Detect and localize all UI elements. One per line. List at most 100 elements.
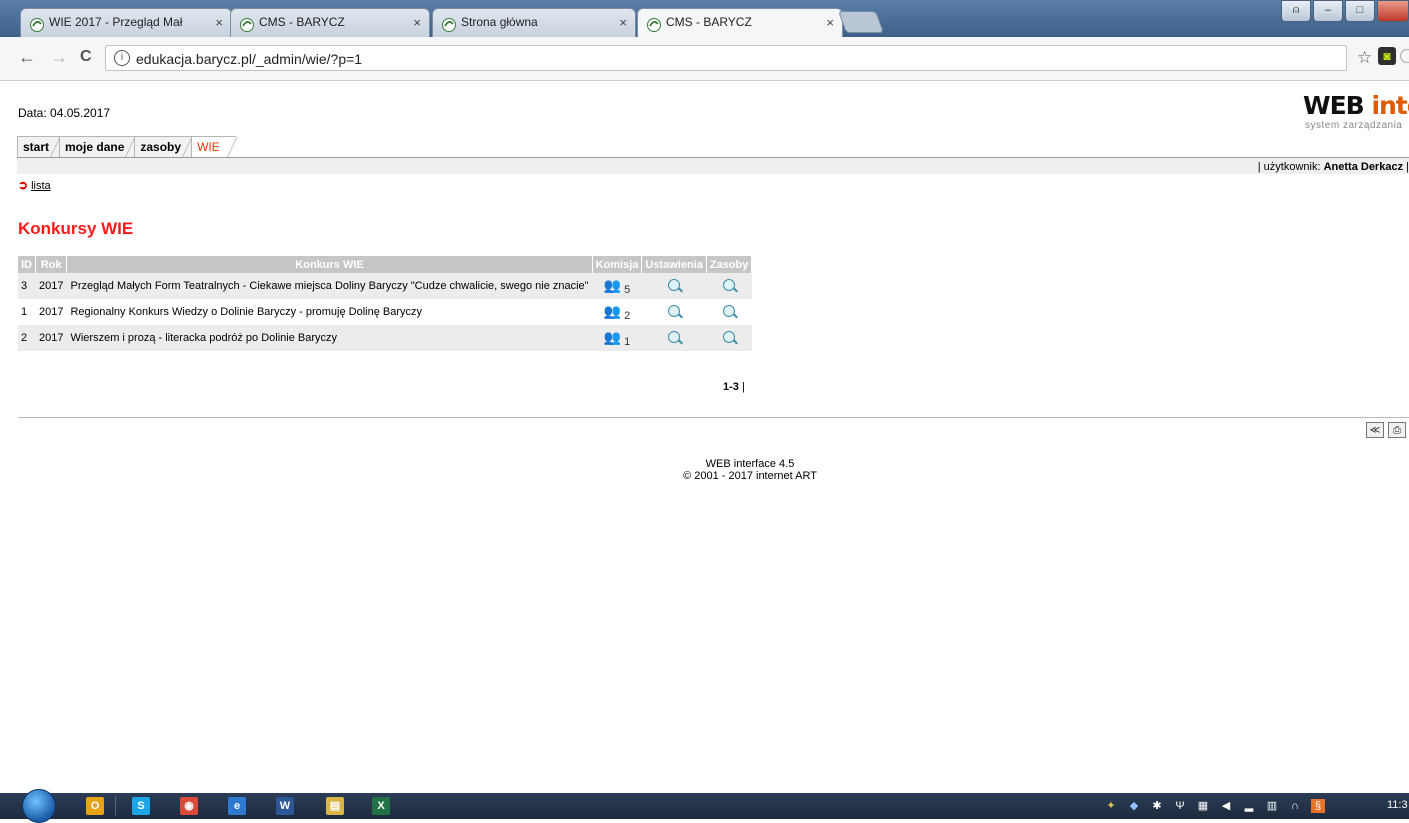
cell-settings[interactable] — [642, 299, 706, 325]
print-icon[interactable]: ⎙ — [1388, 422, 1406, 438]
url-text[interactable]: edukacja.barycz.pl/_admin/wie/?p=1 — [136, 51, 362, 67]
magnifier-icon[interactable] — [723, 330, 736, 343]
commission-people-icon[interactable]: 👥 5 — [604, 277, 631, 296]
taskbar-separator — [115, 796, 116, 816]
tab-title: CMS - BARYCZ — [666, 15, 752, 29]
cell-commission[interactable]: 👥 2 — [592, 299, 642, 325]
commission-count: 5 — [624, 283, 631, 296]
menu-item-start[interactable]: start — [17, 136, 61, 158]
magnifier-icon[interactable] — [723, 304, 736, 317]
cell-id: 3 — [18, 273, 36, 299]
page-range[interactable]: 1-3 — [723, 381, 739, 393]
bluetooth-icon[interactable]: ✱ — [1150, 799, 1164, 813]
pagination: 1-3 | — [723, 381, 745, 393]
tab-title: CMS - BARYCZ — [259, 15, 345, 29]
cell-resources[interactable] — [706, 299, 752, 325]
menu-item-moje-dane[interactable]: moje dane — [59, 136, 136, 158]
network-icon[interactable]: ◆ — [1127, 799, 1141, 813]
current-date: Data: 04.05.2017 — [18, 106, 111, 120]
col-header-year[interactable]: Rok — [35, 256, 68, 273]
browser-tab-active[interactable]: CMS - BARYCZ × — [637, 8, 843, 38]
menu-item-wie[interactable]: WIE — [191, 136, 237, 158]
cell-resources[interactable] — [706, 325, 752, 351]
browser-toolbar: ← → C i edukacja.barycz.pl/_admin/wie/?p… — [0, 37, 1409, 81]
excel-icon[interactable]: X — [372, 797, 390, 815]
footer: WEB interface 4.5 © 2001 - 2017 internet… — [600, 458, 900, 482]
main-menu: start moje dane zasoby WIE — [17, 136, 237, 158]
user-suffix: | — [1403, 161, 1409, 173]
volume-icon[interactable]: ◀ — [1219, 799, 1233, 813]
cms-favicon-icon — [442, 15, 456, 32]
new-tab-button[interactable] — [837, 11, 885, 33]
outlook-icon[interactable]: O — [86, 797, 104, 815]
magnifier-icon[interactable] — [668, 278, 681, 291]
magnifier-icon[interactable] — [723, 278, 736, 291]
tab-close-icon[interactable]: × — [413, 9, 421, 36]
extension-icon[interactable]: ◙ — [1378, 47, 1396, 65]
col-header-commission[interactable]: Komisja — [592, 256, 643, 273]
clock[interactable]: 11:3 — [1387, 799, 1408, 811]
bookmark-star-icon[interactable]: ☆ — [1357, 48, 1372, 68]
cell-commission[interactable]: 👥 5 — [592, 273, 642, 299]
browser-tab[interactable]: WIE 2017 - Przegląd Mał × — [20, 8, 232, 37]
cell-year: 2017 — [35, 325, 67, 351]
cell-contest-name: Regionalny Konkurs Wiedzy o Dolinie Bary… — [70, 306, 423, 318]
col-header-id[interactable]: ID — [18, 256, 36, 273]
windows-taskbar: O S ◉ e W ▤ X ✦ ◆ ✱ Ψ ▦ ◀ ▂ ▥ ∩ § 11:3 — [0, 789, 1409, 823]
tab-close-icon[interactable]: × — [619, 9, 627, 36]
notification-icon[interactable]: § — [1311, 799, 1325, 813]
table-header-row: ID Rok Konkurs WIE Komisja Ustawienia Za… — [18, 256, 753, 273]
cell-settings[interactable] — [641, 325, 707, 351]
word-icon[interactable]: W — [276, 797, 294, 815]
cms-favicon-icon — [647, 15, 661, 32]
info-icon[interactable]: i — [114, 50, 130, 66]
explorer-icon[interactable]: ▤ — [326, 797, 344, 815]
col-header-contest[interactable]: Konkurs WIE — [66, 256, 593, 273]
forward-button[interactable]: → — [50, 47, 68, 68]
skype-icon[interactable]: S — [132, 797, 150, 815]
wireless-icon[interactable]: Ψ — [1173, 799, 1187, 813]
back-button[interactable]: ← — [18, 47, 36, 68]
tab-close-icon[interactable]: × — [215, 9, 223, 36]
cell-resources[interactable] — [706, 273, 752, 299]
extension-icon[interactable] — [1400, 49, 1409, 63]
cell-id: 2 — [18, 325, 36, 351]
signal-icon[interactable]: ▂ — [1242, 799, 1256, 813]
reload-button[interactable]: C — [80, 48, 92, 66]
tab-title: WIE 2017 - Przegląd Mał — [49, 15, 183, 29]
menu-item-zasoby[interactable]: zasoby — [134, 136, 192, 158]
commission-people-icon[interactable]: 👥 2 — [604, 303, 631, 322]
chrome-icon[interactable]: ◉ — [180, 797, 198, 815]
user-prefix: | użytkownik: — [1257, 161, 1324, 173]
col-header-resources[interactable]: Zasoby — [706, 256, 753, 273]
divider — [18, 417, 1409, 418]
cell-settings[interactable] — [641, 273, 707, 299]
address-bar[interactable]: i edukacja.barycz.pl/_admin/wie/?p=1 — [105, 45, 1347, 71]
start-button[interactable] — [22, 789, 56, 823]
close-window-button[interactable] — [1377, 0, 1409, 22]
power-icon[interactable]: ▥ — [1265, 799, 1279, 813]
device-icon[interactable]: ▦ — [1196, 799, 1210, 813]
magnifier-icon[interactable] — [668, 304, 681, 317]
back-arrows-icon[interactable]: ≪ — [1366, 422, 1384, 438]
commission-count: 2 — [624, 309, 631, 322]
security-icon[interactable]: ✦ — [1104, 799, 1118, 813]
magnifier-icon[interactable] — [668, 330, 681, 343]
tab-title: Strona główna — [461, 15, 538, 29]
user-icon[interactable]: ⍝ — [1281, 0, 1311, 22]
cms-favicon-icon — [240, 15, 254, 32]
cell-commission[interactable]: 👥 1 — [592, 325, 642, 351]
contests-table: ID Rok Konkurs WIE Komisja Ustawienia Za… — [18, 256, 753, 351]
tab-close-icon[interactable]: × — [826, 9, 834, 36]
browser-tab[interactable]: CMS - BARYCZ × — [230, 8, 430, 37]
browser-tab[interactable]: Strona główna × — [432, 8, 636, 37]
list-link[interactable]: lista — [31, 180, 51, 192]
maximize-button[interactable]: □ — [1345, 0, 1375, 22]
commission-people-icon[interactable]: 👥 1 — [604, 329, 631, 348]
cell-contest-name: Przegląd Małych Form Teatralnych - Cieka… — [66, 273, 593, 299]
headset-icon[interactable]: ∩ — [1288, 799, 1302, 813]
minimize-button[interactable]: – — [1313, 0, 1343, 22]
table-row: 3 2017 Przegląd Małych Form Teatralnych … — [18, 273, 752, 299]
internet-explorer-icon[interactable]: e — [228, 797, 246, 815]
col-header-settings[interactable]: Ustawienia — [641, 256, 707, 273]
